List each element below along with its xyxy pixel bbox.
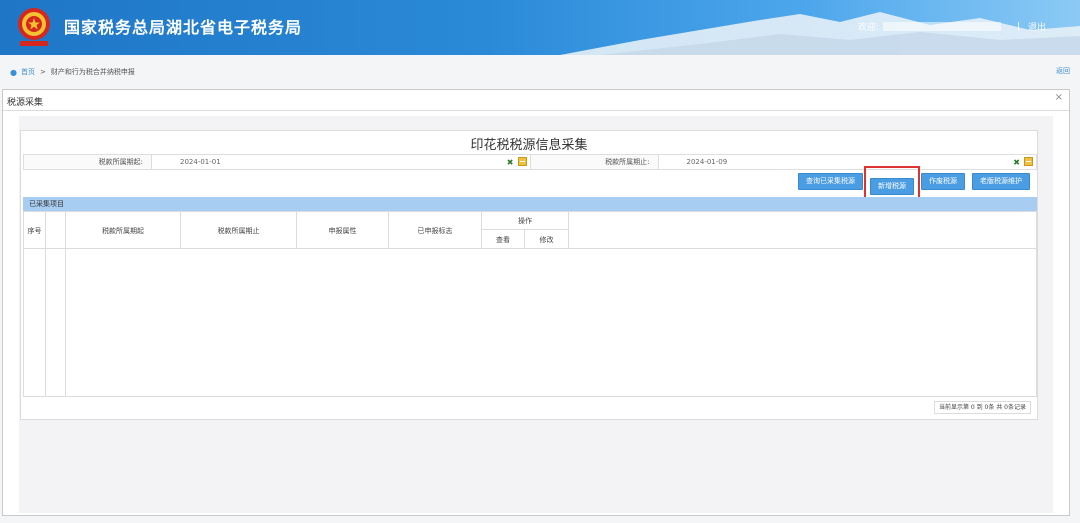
header-separator: |	[1016, 21, 1020, 32]
form-title: 印花税税源信息采集	[470, 138, 588, 153]
logout-link[interactable]: 退出	[1028, 20, 1046, 33]
period-end-label: 税款所属期止:	[530, 155, 659, 169]
calendar-icon[interactable]	[517, 157, 527, 166]
form-toolbar: 查询已采集税源 新增税源 作废税源 老版税源维护	[798, 166, 1030, 201]
col-seq: 序号	[24, 212, 46, 249]
col-operation: 操作	[482, 212, 569, 230]
user-area: 欢迎: | 退出	[857, 20, 1046, 34]
collected-section-bar: 已采集项目	[23, 197, 1037, 211]
pagination-info: 当前显示第 0 到 0条 共 0条记录	[934, 401, 1031, 414]
collected-table: 序号 税款所属期起 税款所属期止 申报属性 已申报标志 操作 查看 修改	[23, 211, 1037, 397]
period-end-field[interactable]: 2024-01-09 ✖	[659, 155, 1037, 169]
col-declare-attr: 申报属性	[297, 212, 389, 249]
breadcrumb-current: 财产和行为税合并纳税申报	[50, 68, 135, 76]
dialog-title: 税源采集	[7, 98, 44, 108]
col-declared-flag: 已申报标志	[389, 212, 482, 249]
stamp-tax-form: 印花税税源信息采集 税款所属期起: 2024-01-01 ✖ 税款所属期止: 2…	[20, 130, 1038, 420]
breadcrumb-home-link[interactable]: 首页	[21, 67, 35, 77]
period-end-value: 2024-01-09	[686, 158, 728, 166]
highlight-box	[864, 166, 920, 201]
site-title: 国家税务总局湖北省电子税务局	[64, 18, 303, 37]
welcome-label: 欢迎:	[857, 23, 879, 33]
close-icon[interactable]: ×	[1055, 92, 1063, 103]
col-view: 查看	[482, 230, 525, 249]
col-check[interactable]	[46, 212, 66, 249]
table-header: 序号 税款所属期起 税款所属期止 申报属性 已申报标志 操作 查看 修改	[24, 212, 1036, 249]
location-pin-icon: ●	[10, 67, 17, 77]
username-masked	[882, 22, 1001, 31]
clear-icon[interactable]: ✖	[507, 156, 514, 170]
breadcrumb-separator: >	[39, 68, 46, 76]
void-source-button[interactable]: 作废税源	[921, 173, 965, 190]
table-body-check	[46, 249, 66, 397]
calendar-icon[interactable]	[1024, 157, 1033, 166]
add-source-wrapper: 新增税源	[864, 166, 920, 201]
dialog-divider	[3, 110, 1069, 111]
tax-emblem-icon	[18, 8, 50, 46]
back-link[interactable]: 返回	[1056, 66, 1070, 76]
breadcrumb: ● 首页 > 财产和行为税合并纳税申报 返回	[0, 62, 1080, 82]
period-start-field[interactable]: 2024-01-01 ✖	[152, 155, 531, 169]
period-start-value: 2024-01-01	[180, 158, 221, 166]
clear-icon[interactable]: ✖	[1013, 156, 1020, 170]
col-period-start: 税款所属期起	[66, 212, 181, 249]
col-period-end: 税款所属期止	[181, 212, 297, 249]
period-start-label: 税款所属期起:	[24, 155, 152, 169]
col-modify: 修改	[525, 230, 569, 249]
table-body-seq	[24, 249, 46, 397]
old-source-maintain-button[interactable]: 老版税源维护	[972, 173, 1030, 190]
top-header: 国家税务总局湖北省电子税务局 欢迎: | 退出	[0, 0, 1080, 55]
query-collected-button[interactable]: 查询已采集税源	[798, 173, 863, 190]
